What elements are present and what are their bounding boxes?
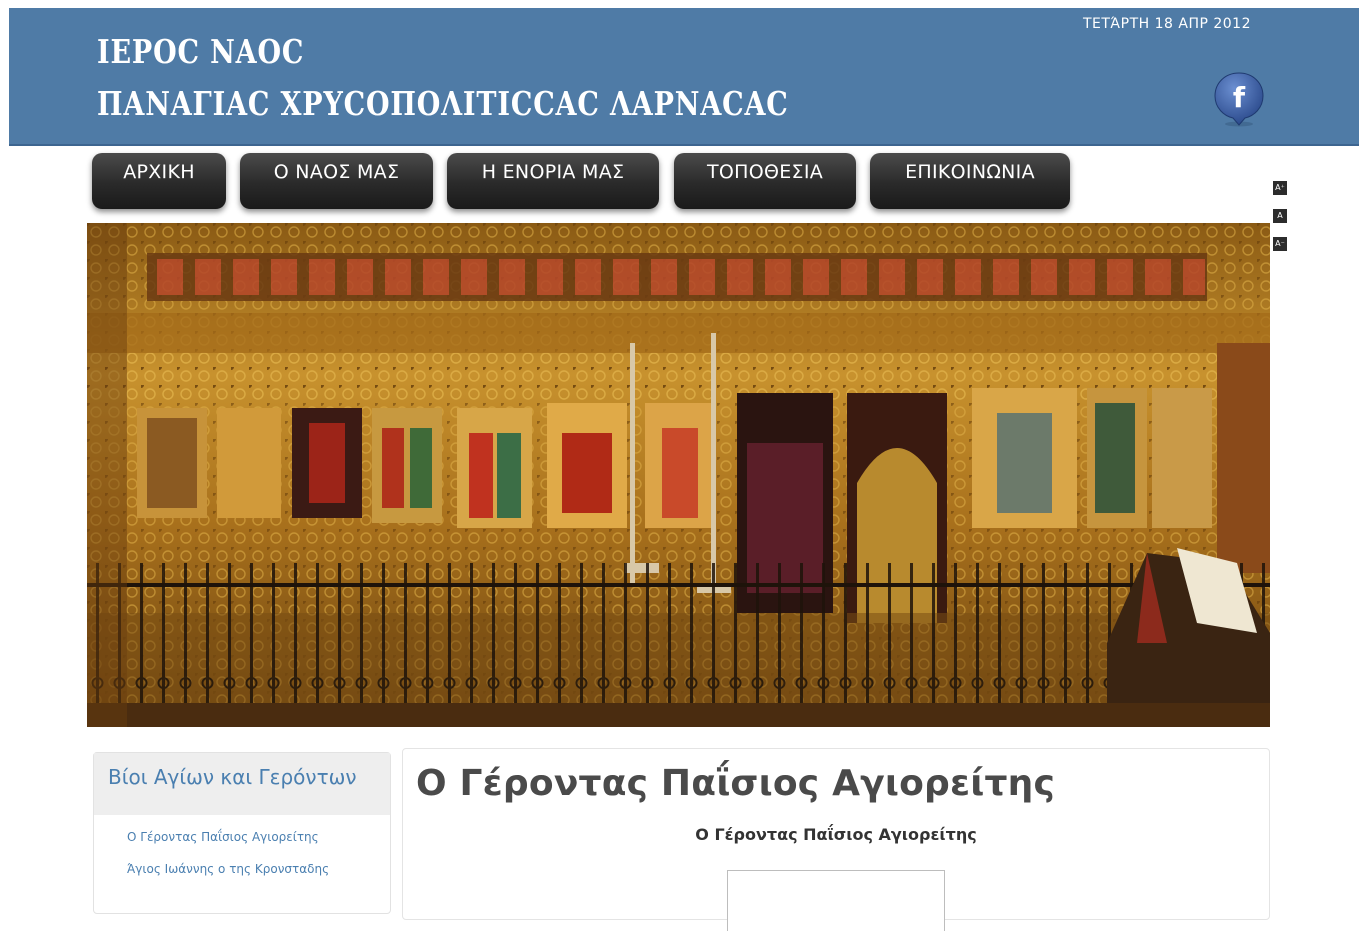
sidebar-item-paisios[interactable]: Ο Γέροντας Παΐσιος Αγιορείτης	[127, 821, 390, 853]
site-title-line1: ΙΕΡΟC ΝΑΟC	[97, 32, 305, 71]
sidebar-item-ioannis[interactable]: Άγιος Ιωάννης ο της Κρονσταδης	[127, 853, 390, 885]
site-header: ΙΕΡΟC ΝΑΟC ΠΑΝΑΓΙΑC ΧΡΥCΟΠΟΛΙΤΙCCΑC ΛΑΡΝ…	[9, 8, 1359, 146]
article-title[interactable]: Ο Γέροντας Παΐσιος Αγιορείτης	[416, 763, 1055, 804]
nav-item-home[interactable]: ΑΡΧΙΚΗ	[92, 153, 226, 209]
site-title[interactable]: ΙΕΡΟC ΝΑΟC ΠΑΝΑΓΙΑC ΧΡΥCΟΠΟΛΙΤΙCCΑC ΛΑΡΝ…	[97, 26, 789, 130]
font-size-tools: A⁺ A A⁻	[1273, 181, 1287, 265]
svg-text:f: f	[1233, 81, 1246, 114]
facebook-icon[interactable]: f	[1213, 71, 1265, 127]
article-panel: Ο Γέροντας Παΐσιος Αγιορείτης Ο Γέροντας…	[402, 748, 1270, 931]
sidebar-list: Ο Γέροντας Παΐσιος Αγιορείτης Άγιος Ιωάν…	[94, 821, 390, 885]
nav-item-contact[interactable]: ΕΠΙΚΟΙΝΩΝΙΑ	[870, 153, 1070, 209]
sidebar-saints-lives: Βίοι Αγίων και Γερόντων Ο Γέροντας Παΐσι…	[93, 752, 391, 914]
sidebar-heading: Βίοι Αγίων και Γερόντων	[94, 753, 390, 815]
nav-item-location[interactable]: ΤΟΠΟΘΕΣΙΑ	[674, 153, 856, 209]
font-reset-button[interactable]: A	[1273, 209, 1287, 223]
nav-item-our-church[interactable]: Ο ΝΑΟΣ ΜΑΣ	[240, 153, 433, 209]
font-decrease-button[interactable]: A⁻	[1273, 237, 1287, 251]
banner-image-iconostasis	[87, 223, 1270, 727]
font-increase-button[interactable]: A⁺	[1273, 181, 1287, 195]
article-image	[727, 870, 945, 931]
page-frame	[0, 0, 9, 910]
current-date: ΤΕΤΆΡΤΗ 18 ΑΠΡ 2012	[1082, 16, 1251, 32]
nav-item-our-parish[interactable]: Η ΕΝΟΡΙΑ ΜΑΣ	[447, 153, 659, 209]
site-title-line2: ΠΑΝΑΓΙΑC ΧΡΥCΟΠΟΛΙΤΙCCΑC ΛΑΡΝΑCΑC	[97, 84, 789, 123]
article-subtitle: Ο Γέροντας Παΐσιος Αγιορείτης	[695, 825, 977, 844]
